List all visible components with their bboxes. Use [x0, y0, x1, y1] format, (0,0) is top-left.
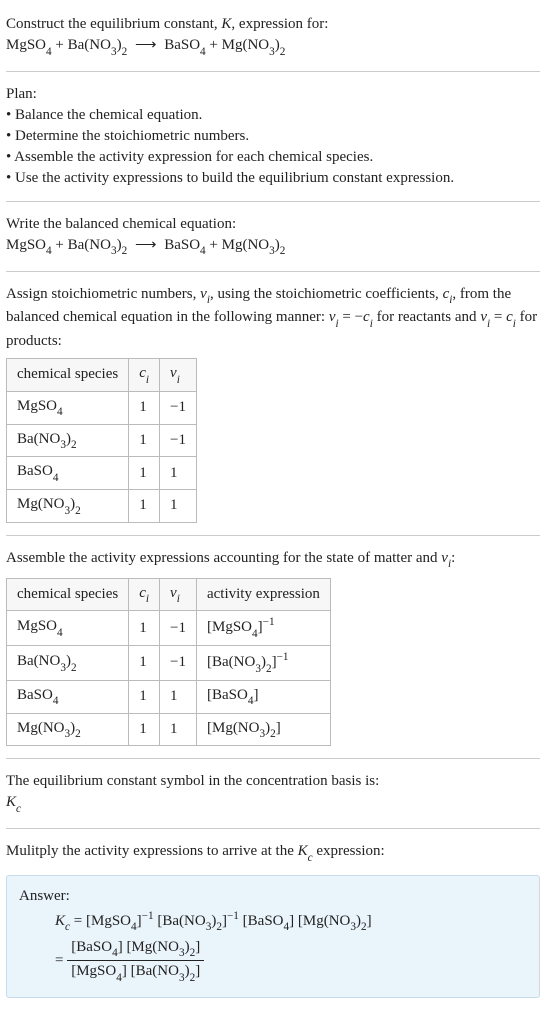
activity-heading: Assemble the activity expressions accoun… [6, 548, 540, 572]
question-header: Construct the equilibrium constant, K, e… [6, 8, 540, 65]
answer-box: Answer: Kc = [MgSO4]−1 [Ba(NO3)2]−1 [BaS… [6, 875, 540, 998]
arrow-icon: ⟶ [127, 37, 164, 53]
divider [6, 828, 540, 829]
table-row: Ba(NO3)2 1 −1 [Ba(NO3)2]−1 [7, 646, 331, 681]
col-c: ci [129, 578, 160, 611]
plan-item: • Use the activity expressions to build … [6, 168, 540, 189]
activity-table: chemical species ci νi activity expressi… [6, 578, 331, 747]
col-nu: νi [160, 578, 197, 611]
divider [6, 201, 540, 202]
stoich-section: Assign stoichiometric numbers, νi, using… [6, 278, 540, 529]
symbol-section: The equilibrium constant symbol in the c… [6, 765, 540, 822]
plan-section: Plan: • Balance the chemical equation. •… [6, 78, 540, 195]
denominator: [MgSO4] [Ba(NO3)2] [67, 961, 204, 985]
table-row: BaSO4 1 1 [7, 457, 197, 490]
answer-content: Kc = [MgSO4]−1 [Ba(NO3)2]−1 [BaSO4] [Mg(… [55, 909, 527, 985]
divider [6, 758, 540, 759]
divider [6, 535, 540, 536]
divider [6, 271, 540, 272]
balanced-heading: Write the balanced chemical equation: [6, 214, 540, 235]
plan-heading: Plan: [6, 84, 540, 105]
divider [6, 71, 540, 72]
kc-symbol: Kc [6, 792, 540, 816]
title-prefix: Construct the equilibrium constant, [6, 16, 221, 32]
stoich-table: chemical species ci νi MgSO4 1 −1 Ba(NO3… [6, 358, 197, 523]
balanced-equation: MgSO4 + Ba(NO3)2 ⟶ BaSO4 + Mg(NO3)2 [6, 235, 540, 259]
activity-section: Assemble the activity expressions accoun… [6, 542, 540, 753]
symbol-text: The equilibrium constant symbol in the c… [6, 771, 540, 792]
plan-item: • Determine the stoichiometric numbers. [6, 126, 540, 147]
plan-item: • Assemble the activity expression for e… [6, 147, 540, 168]
table-row: BaSO4 1 1 [BaSO4] [7, 680, 331, 713]
title-k: K [221, 16, 231, 32]
kc-expanded: Kc = [MgSO4]−1 [Ba(NO3)2]−1 [BaSO4] [Mg(… [55, 909, 527, 935]
kc-fraction: = [BaSO4] [Mg(NO3)2] [MgSO4] [Ba(NO3)2] [55, 937, 527, 986]
table-row: Ba(NO3)2 1 −1 [7, 424, 197, 457]
table-header-row: chemical species ci νi activity expressi… [7, 578, 331, 611]
col-species: chemical species [7, 578, 129, 611]
col-species: chemical species [7, 359, 129, 392]
stoich-intro: Assign stoichiometric numbers, νi, using… [6, 284, 540, 353]
arrow-icon: ⟶ [127, 237, 164, 253]
numerator: [BaSO4] [Mg(NO3)2] [67, 937, 204, 962]
table-row: MgSO4 1 −1 [7, 391, 197, 424]
table-header-row: chemical species ci νi [7, 359, 197, 392]
table-row: Mg(NO3)2 1 1 [7, 490, 197, 523]
reaction-equation: MgSO4 + Ba(NO3)2 ⟶ BaSO4 + Mg(NO3)2 [6, 35, 540, 59]
fraction: [BaSO4] [Mg(NO3)2] [MgSO4] [Ba(NO3)2] [67, 937, 204, 986]
col-c: ci [129, 359, 160, 392]
col-activity: activity expression [196, 578, 330, 611]
plan-item: • Balance the chemical equation. [6, 105, 540, 126]
balanced-section: Write the balanced chemical equation: Mg… [6, 208, 540, 265]
answer-label: Answer: [19, 886, 527, 907]
title-suffix: , expression for: [231, 16, 328, 32]
col-nu: νi [160, 359, 197, 392]
table-row: MgSO4 1 −1 [MgSO4]−1 [7, 611, 331, 646]
table-row: Mg(NO3)2 1 1 [Mg(NO3)2] [7, 713, 331, 746]
multiply-section: Mulitply the activity expressions to arr… [6, 835, 540, 871]
